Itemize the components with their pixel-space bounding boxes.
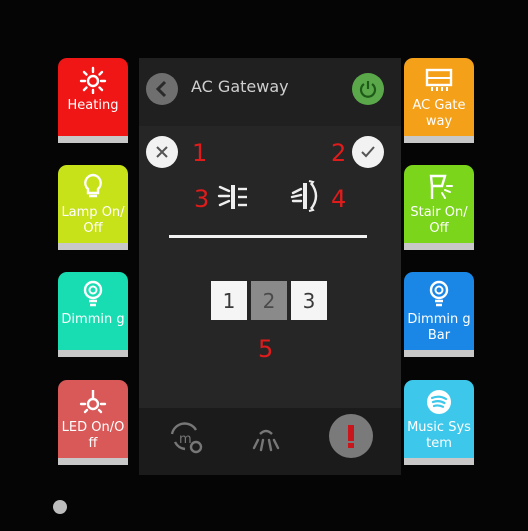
check-icon bbox=[361, 146, 375, 158]
tile-label: Heating bbox=[67, 98, 119, 113]
tile-bar bbox=[404, 350, 474, 357]
tile-label: Stair On/Off bbox=[410, 205, 468, 236]
bulb-icon bbox=[75, 173, 111, 201]
tile-led[interactable]: LED On/Off bbox=[58, 380, 128, 465]
status-led bbox=[53, 500, 67, 514]
led-icon bbox=[75, 388, 111, 416]
tile-label: LED On/Off bbox=[61, 420, 125, 451]
dimmer-bulb-icon bbox=[421, 280, 457, 308]
alert-icon bbox=[348, 425, 354, 448]
annotation-1: 1 bbox=[192, 139, 208, 167]
tile-bar bbox=[58, 136, 128, 143]
louver-direction-icon[interactable] bbox=[211, 177, 251, 221]
segment-1[interactable]: 1 bbox=[211, 281, 247, 320]
segment-3[interactable]: 3 bbox=[291, 281, 327, 320]
control-panel: Heating Lamp On/Off Dimmin g LED On/Off … bbox=[0, 0, 528, 531]
swing-icon[interactable] bbox=[285, 175, 327, 221]
tile-lamp[interactable]: Lamp On/Off bbox=[58, 165, 128, 250]
annotation-5: 5 bbox=[258, 335, 274, 363]
cancel-button[interactable] bbox=[146, 136, 178, 168]
power-icon bbox=[359, 81, 377, 98]
chevron-left-icon bbox=[155, 80, 167, 98]
tile-label: Music System bbox=[407, 420, 471, 451]
schedule-settings-icon[interactable]: m bbox=[163, 416, 207, 460]
tile-label: Lamp On/Off bbox=[61, 205, 125, 236]
annotation-4: 4 bbox=[331, 185, 347, 213]
alert-button[interactable] bbox=[329, 414, 373, 458]
tile-label: AC Gate way bbox=[412, 98, 466, 129]
tile-bar bbox=[58, 350, 128, 357]
tile-bar bbox=[404, 458, 474, 465]
tile-label: Dimmin g Bar bbox=[407, 312, 471, 343]
tile-music-system[interactable]: Music System bbox=[404, 380, 474, 465]
confirm-button[interactable] bbox=[352, 136, 384, 168]
center-panel: AC Gateway 1 2 3 4 1 2 3 5 m bbox=[139, 58, 401, 475]
divider bbox=[169, 235, 367, 238]
annotation-3: 3 bbox=[194, 185, 210, 213]
tile-dimming[interactable]: Dimmin g bbox=[58, 272, 128, 357]
tile-label: Dimmin g bbox=[61, 312, 125, 327]
tile-dimming-bar[interactable]: Dimmin g Bar bbox=[404, 272, 474, 357]
page-title: AC Gateway bbox=[191, 77, 289, 96]
tile-bar bbox=[58, 243, 128, 250]
lamp-rays-icon[interactable] bbox=[244, 416, 288, 460]
header-bar: AC Gateway bbox=[139, 58, 401, 126]
footer-bar: m bbox=[139, 408, 401, 475]
tile-stair[interactable]: Stair On/Off bbox=[404, 165, 474, 250]
tile-ac-gateway[interactable]: AC Gate way bbox=[404, 58, 474, 143]
spotify-icon bbox=[421, 388, 457, 416]
dimmer-bulb-icon bbox=[75, 280, 111, 308]
back-button[interactable] bbox=[146, 73, 178, 105]
stair-light-icon bbox=[421, 173, 457, 201]
close-icon bbox=[156, 146, 168, 158]
ac-unit-icon bbox=[421, 66, 457, 94]
tile-bar bbox=[404, 243, 474, 250]
svg-text:m: m bbox=[179, 432, 192, 447]
tile-bar bbox=[58, 458, 128, 465]
power-button[interactable] bbox=[352, 73, 384, 105]
tile-heating[interactable]: Heating bbox=[58, 58, 128, 143]
segment-2[interactable]: 2 bbox=[251, 281, 287, 320]
annotation-2: 2 bbox=[331, 139, 347, 167]
tile-bar bbox=[404, 136, 474, 143]
sun-icon bbox=[75, 66, 111, 94]
